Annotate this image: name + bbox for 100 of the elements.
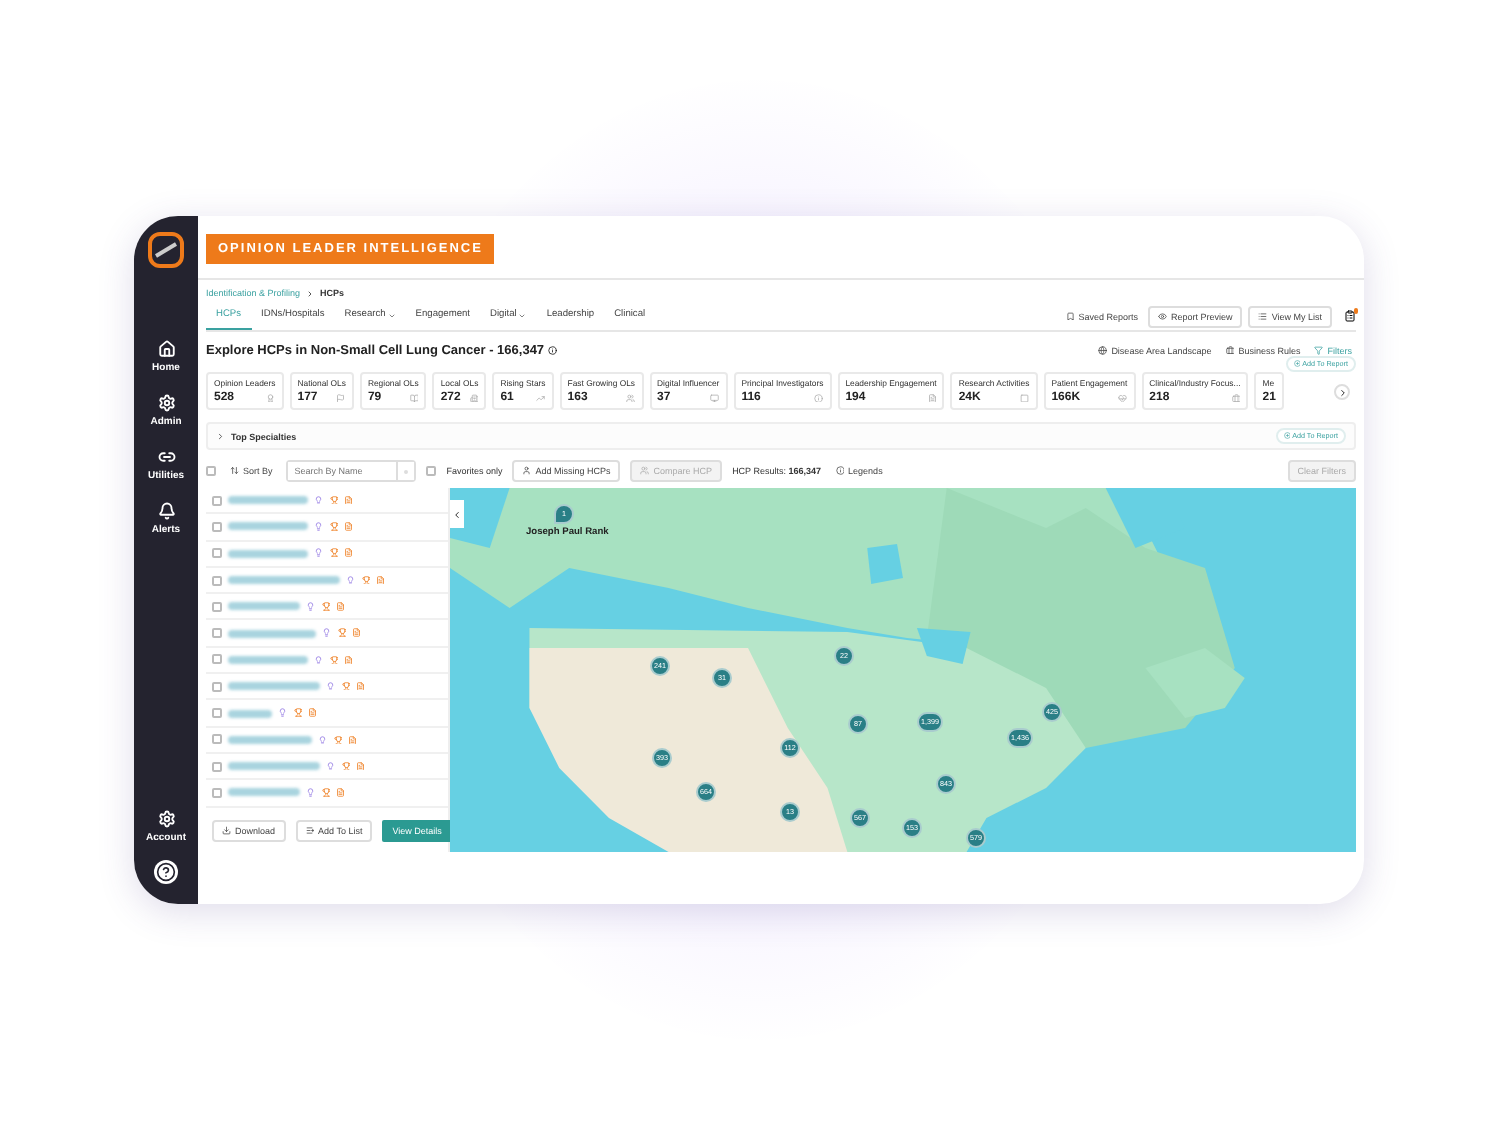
home-icon <box>157 340 175 358</box>
logo-icon <box>148 232 184 268</box>
lightbulb-icon <box>322 628 331 638</box>
checkbox[interactable] <box>212 548 222 559</box>
lightbulb-icon <box>306 788 315 798</box>
info-icon <box>548 346 558 356</box>
checkbox[interactable] <box>212 654 222 665</box>
lightbulb-icon <box>326 681 335 691</box>
trophy-icon <box>329 548 338 558</box>
help-icon <box>156 862 176 882</box>
monitor-icon <box>710 393 720 403</box>
square-icon <box>1020 393 1030 403</box>
blurred-name <box>228 655 308 664</box>
document-icon <box>376 575 385 585</box>
blurred-name <box>228 576 340 585</box>
info-icon <box>835 466 845 476</box>
clipboard-icon <box>1344 310 1356 322</box>
collapse-handle[interactable] <box>450 500 464 528</box>
people-icon <box>626 393 636 403</box>
document-icon <box>344 548 353 558</box>
checkbox[interactable] <box>212 734 222 745</box>
chevron-icon <box>1337 387 1347 397</box>
bookmark-icon <box>1065 311 1075 321</box>
settings-icon <box>157 810 175 828</box>
checkbox[interactable] <box>212 787 222 798</box>
award-icon <box>266 393 276 403</box>
trophy-icon <box>337 628 346 638</box>
trophy-icon <box>329 655 338 665</box>
blurred-name <box>228 682 320 691</box>
trophy-icon <box>329 495 338 505</box>
trophy-icon <box>321 602 330 612</box>
sort-icon <box>230 466 239 476</box>
document-icon <box>356 761 365 771</box>
plus-icon <box>1283 432 1291 440</box>
checkbox[interactable] <box>212 521 222 532</box>
list-icon <box>305 826 315 836</box>
briefcase-icon <box>1231 393 1241 403</box>
checkbox[interactable] <box>212 575 222 586</box>
trend-icon <box>536 393 546 403</box>
document-icon <box>344 655 353 665</box>
lightbulb-icon <box>306 602 315 612</box>
checkbox[interactable] <box>212 628 222 639</box>
document-icon <box>336 602 345 612</box>
download-icon <box>222 826 231 836</box>
help-button[interactable] <box>154 860 178 884</box>
lightbulb-icon <box>314 548 323 558</box>
people-icon <box>640 466 650 476</box>
trophy-icon <box>329 522 338 532</box>
book-icon <box>409 393 419 403</box>
eye-icon <box>1158 311 1168 321</box>
document-icon <box>352 628 361 638</box>
document-icon <box>336 788 345 798</box>
checkbox[interactable] <box>206 466 216 476</box>
checkbox[interactable] <box>426 466 437 476</box>
checkbox[interactable] <box>212 681 222 692</box>
trophy-icon <box>341 681 350 691</box>
building-icon <box>469 393 479 403</box>
document-icon <box>308 708 317 718</box>
trophy-icon <box>361 575 370 585</box>
globe-icon <box>1098 346 1108 356</box>
heart-icon <box>1118 393 1128 403</box>
trophy-icon <box>321 788 330 798</box>
lightbulb-icon <box>326 761 335 771</box>
document-icon <box>927 393 937 403</box>
lightbulb-icon <box>314 655 323 665</box>
list-icon <box>1258 311 1268 321</box>
blurred-name <box>228 788 300 797</box>
lightbulb-icon <box>314 522 323 532</box>
lightbulb-icon <box>318 735 327 745</box>
info-icon <box>814 393 824 403</box>
plus-icon <box>1293 360 1301 368</box>
next-button[interactable] <box>1334 384 1350 400</box>
lightbulb-icon <box>314 495 323 505</box>
link-icon <box>157 448 175 466</box>
settings-icon <box>157 394 175 412</box>
blurred-name <box>228 602 300 611</box>
document-icon <box>348 735 357 745</box>
trophy-icon <box>293 708 302 718</box>
checkbox[interactable] <box>212 761 222 772</box>
document-icon <box>344 522 353 532</box>
blurred-name <box>228 629 316 638</box>
checkbox[interactable] <box>212 708 222 719</box>
blurred-name <box>228 549 308 558</box>
checkbox[interactable] <box>212 601 222 612</box>
lightbulb-icon <box>346 575 355 585</box>
document-icon <box>356 681 365 691</box>
blurred-name <box>228 709 272 718</box>
blurred-name <box>228 496 308 505</box>
blurred-name <box>228 522 308 531</box>
briefcase-icon <box>1225 346 1235 356</box>
lightbulb-icon <box>278 708 287 718</box>
bell-icon <box>157 502 175 520</box>
filter-icon <box>1314 346 1324 356</box>
clipboard-button[interactable] <box>1344 310 1356 322</box>
search-button[interactable] <box>396 462 415 480</box>
checkbox[interactable] <box>212 495 222 506</box>
trophy-icon <box>333 735 342 745</box>
person-icon <box>522 466 532 476</box>
chevron-icon <box>216 431 225 441</box>
flag-icon <box>336 393 346 403</box>
